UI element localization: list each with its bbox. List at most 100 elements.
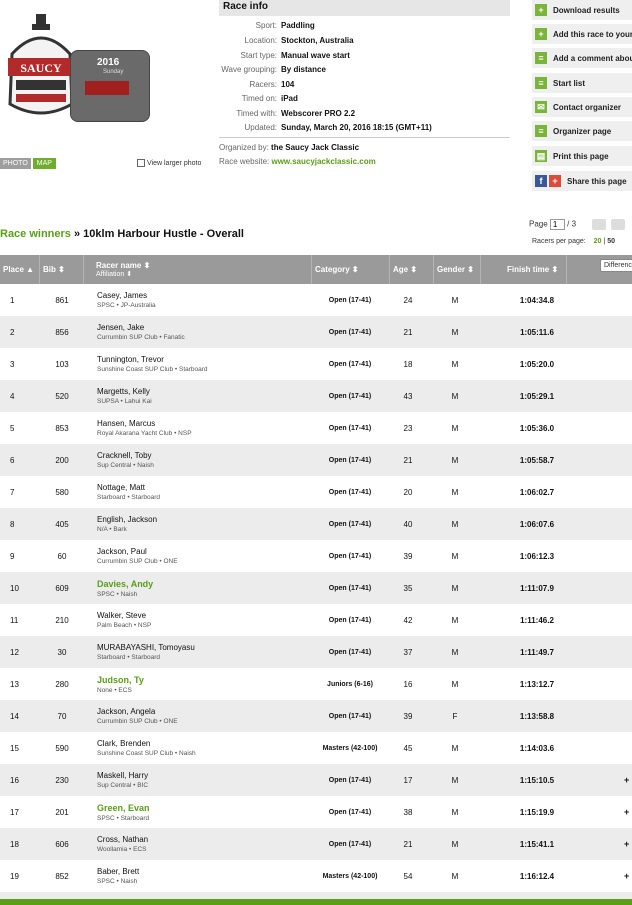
photo-tab[interactable]: PHOTO <box>0 158 31 169</box>
table-row[interactable]: 7 580 Nottage, Matt Starboard • Starboard Op… <box>0 476 632 508</box>
col-place[interactable]: Place ▲ <box>0 255 40 284</box>
next-page-button[interactable] <box>610 219 625 230</box>
expand-row-icon[interactable] <box>624 412 632 444</box>
race-website-link[interactable]: www.saucyjackclassic.com <box>271 157 375 166</box>
view-larger-photo-link[interactable]: View larger photo <box>137 159 201 167</box>
race-info-row: Timed with: Webscorer PRO 2.2 <box>236 109 356 118</box>
expand-row-icon[interactable]: + <box>624 764 632 796</box>
col-category[interactable]: Category ⬍ <box>312 255 390 284</box>
racer-cell: Jackson, Paul Currumbin SUP Club • ONE <box>97 540 307 572</box>
racer-name: MURABAYASHI, Tomoyasu <box>97 643 195 652</box>
table-row[interactable]: 1 861 Casey, James SPSC • JP-Australia Open … <box>0 284 632 316</box>
table-row[interactable]: 4 520 Margetts, Kelly SUPSA • Lahui Kai Open… <box>0 380 632 412</box>
gender-cell: M <box>451 551 459 561</box>
table-row[interactable]: 13 280 Judson, Ty None • ECS Juniors (6-16) 1… <box>0 668 632 700</box>
racer-cell: MURABAYASHI, Tomoyasu Starboard • Starboa… <box>97 636 307 668</box>
table-row[interactable]: 16 230 Maskell, Harry Sup Central • BIC Open… <box>0 764 632 796</box>
table-row[interactable]: 2 856 Jensen, Jake Currumbin SUP Club • Fan… <box>0 316 632 348</box>
category-cell: Open (17-41) <box>328 712 372 720</box>
table-row[interactable]: 9 60 Jackson, Paul Currumbin SUP Club • ONE… <box>0 540 632 572</box>
category-cell: Masters (42-100) <box>322 872 378 880</box>
contact-organizer-button[interactable]: ✉ Contact organizer <box>532 97 632 117</box>
expand-row-icon[interactable] <box>624 508 632 540</box>
table-row[interactable]: 19 852 Baber, Brett SPSC • Naish Masters (42… <box>0 860 632 892</box>
expand-row-icon[interactable] <box>624 636 632 668</box>
col-racer-name[interactable]: Racer name ⬍ Affiliation ⬍ <box>93 255 312 284</box>
place-cell: 19 <box>10 871 19 881</box>
difference-button[interactable]: Difference <box>600 259 632 272</box>
racer-affiliation: Starboard • Starboard <box>97 494 160 501</box>
table-row[interactable]: 17 201 Green, Evan SPSC • Starboard Open (17… <box>0 796 632 828</box>
per-page-50[interactable]: 50 <box>607 238 615 245</box>
prev-page-button[interactable] <box>592 219 607 230</box>
expand-row-icon[interactable]: + <box>624 860 632 892</box>
expand-row-icon[interactable] <box>624 284 632 316</box>
expand-row-icon[interactable] <box>624 444 632 476</box>
expand-row-icon[interactable] <box>624 380 632 412</box>
category-cell: Open (17-41) <box>328 424 372 432</box>
expand-row-icon[interactable] <box>624 540 632 572</box>
table-row[interactable]: 18 606 Cross, Nathan Woollamia • ECS Open (1… <box>0 828 632 860</box>
racer-cell: Green, Evan SPSC • Starboard <box>97 796 307 828</box>
gender-cell: M <box>451 615 459 625</box>
gender-cell: M <box>451 455 459 465</box>
race-info-row: Wave grouping: By distance <box>221 65 326 74</box>
race-info-row: Location: Stockton, Australia <box>244 36 354 45</box>
expand-row-icon[interactable] <box>624 476 632 508</box>
expand-row-icon[interactable] <box>624 700 632 732</box>
gender-cell: M <box>451 295 459 305</box>
col-gender[interactable]: Gender ⬍ <box>434 255 481 284</box>
expand-row-icon[interactable]: + <box>624 796 632 828</box>
table-row[interactable]: 15 590 Clark, Brenden Sunshine Coast SUP Cl… <box>0 732 632 764</box>
expand-row-icon[interactable] <box>624 316 632 348</box>
table-row[interactable]: 5 853 Hansen, Marcus Royal Akarana Yacht Cl… <box>0 412 632 444</box>
table-row[interactable]: 6 200 Cracknell, Toby Sup Central • Naish Op… <box>0 444 632 476</box>
racer-affiliation: SPSC • JP-Australia <box>97 302 156 309</box>
table-row[interactable]: 12 30 MURABAYASHI, Tomoyasu Starboard • Sta… <box>0 636 632 668</box>
add-race-button[interactable]: + Add this race to your <box>532 24 632 44</box>
per-page-20[interactable]: 20 <box>594 238 602 245</box>
category-cell: Open (17-41) <box>328 840 372 848</box>
racer-name[interactable]: Davies, Andy <box>97 579 153 589</box>
download-results-button[interactable]: + Download results <box>532 0 632 20</box>
breadcrumb-race-winners[interactable]: Race winners <box>0 228 71 240</box>
share-page-button[interactable]: f + Share this page <box>532 171 632 191</box>
racer-cell: Baber, Brett SPSC • Naish <box>97 860 307 892</box>
expand-row-icon[interactable] <box>624 348 632 380</box>
racer-cell: Judson, Ty None • ECS <box>97 668 307 700</box>
add-comment-button[interactable]: ≡ Add a comment about <box>532 48 632 68</box>
place-cell: 14 <box>10 711 19 721</box>
expand-row-icon[interactable]: + <box>624 828 632 860</box>
start-list-button[interactable]: ≡ Start list <box>532 73 632 93</box>
table-row[interactable]: 3 103 Tunnington, Trevor Sunshine Coast SUP… <box>0 348 632 380</box>
table-row[interactable]: 11 210 Walker, Steve Palm Beach • NSP Open (… <box>0 604 632 636</box>
finish-time-cell: 1:05:11.6 <box>520 327 554 337</box>
organizer-page-button[interactable]: ≡ Organizer page <box>532 121 632 141</box>
expand-row-icon[interactable] <box>624 668 632 700</box>
bottom-bar <box>0 899 632 905</box>
expand-row-icon[interactable] <box>624 604 632 636</box>
expand-row-icon[interactable] <box>624 572 632 604</box>
category-cell: Open (17-41) <box>328 520 372 528</box>
expand-row-icon[interactable] <box>624 732 632 764</box>
racer-name[interactable]: Green, Evan <box>97 803 150 813</box>
map-tab[interactable]: MAP <box>32 158 56 169</box>
col-age[interactable]: Age ⬍ <box>390 255 434 284</box>
page-number-input[interactable] <box>549 219 565 230</box>
bib-cell: 580 <box>55 487 69 497</box>
google-plus-icon[interactable]: + <box>549 175 561 187</box>
col-bib[interactable]: Bib ⬍ <box>40 255 84 284</box>
gender-cell: M <box>451 679 459 689</box>
facebook-icon[interactable]: f <box>535 175 547 187</box>
racer-name[interactable]: Judson, Ty <box>97 675 144 685</box>
col-finish-time[interactable]: Finish time ⬍ <box>481 255 567 284</box>
table-row[interactable]: 14 70 Jackson, Angela Currumbin SUP Club • … <box>0 700 632 732</box>
age-cell: 24 <box>403 295 413 305</box>
table-row[interactable]: 8 405 English, Jackson N/A • Bark Open (17-4… <box>0 508 632 540</box>
print-page-button[interactable]: ▤ Print this page <box>532 146 632 166</box>
finish-time-cell: 1:14:03.6 <box>519 743 555 753</box>
racer-cell: Davies, Andy SPSC • Naish <box>97 572 307 604</box>
racer-affiliation: SUPSA • Lahui Kai <box>97 398 152 405</box>
table-row[interactable]: 10 609 Davies, Andy SPSC • Naish Open (17-41… <box>0 572 632 604</box>
gender-cell: M <box>451 871 459 881</box>
